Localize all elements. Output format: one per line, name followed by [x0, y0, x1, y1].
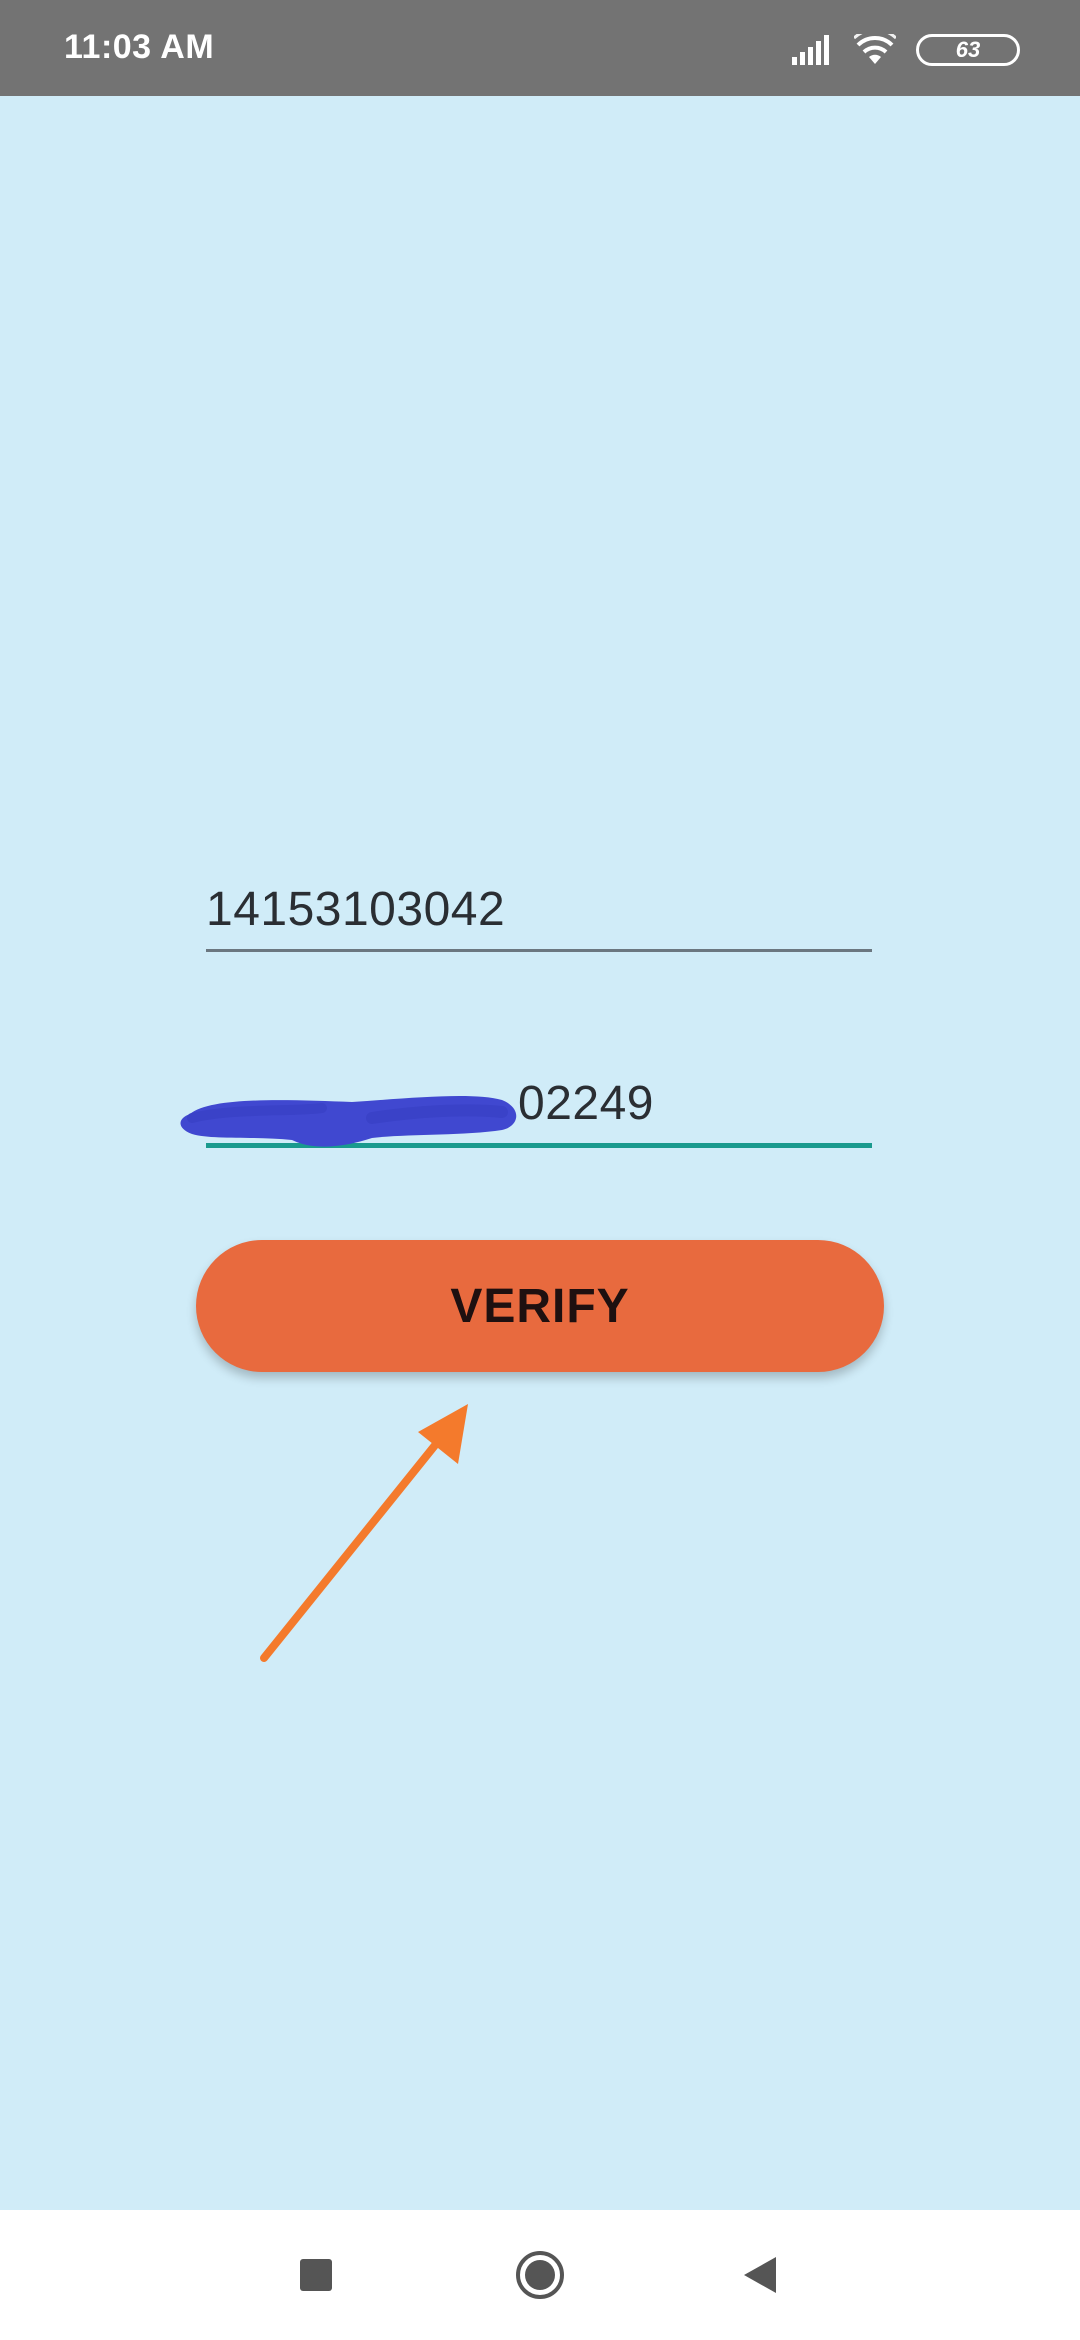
status-bar: 11:03 AM 63 — [0, 0, 1080, 96]
redaction-scribble — [180, 1096, 517, 1147]
back-button[interactable] — [700, 2210, 820, 2340]
verify-button-label: VERIFY — [450, 1279, 630, 1333]
phone-number-value: 14153103042 — [206, 883, 506, 936]
wifi-icon — [854, 34, 896, 64]
annotation-arrow — [260, 1404, 468, 1662]
navigation-bar — [0, 2210, 1080, 2340]
status-time: 11:03 AM — [64, 28, 215, 66]
verify-button[interactable]: VERIFY — [196, 1240, 884, 1372]
battery-icon: 63 — [916, 34, 1020, 66]
recents-icon — [300, 2259, 332, 2291]
main-content — [0, 96, 1080, 2210]
back-icon — [744, 2257, 776, 2293]
verification-code-value: 02249 — [518, 1077, 654, 1130]
home-icon — [516, 2251, 564, 2299]
phone-number-field[interactable]: 14153103042 — [206, 780, 872, 952]
signal-icon — [792, 35, 829, 65]
recents-button[interactable] — [256, 2210, 376, 2340]
battery-level: 63 — [955, 37, 981, 62]
status-icons: 63 — [792, 30, 1020, 70]
home-button[interactable] — [480, 2210, 600, 2340]
